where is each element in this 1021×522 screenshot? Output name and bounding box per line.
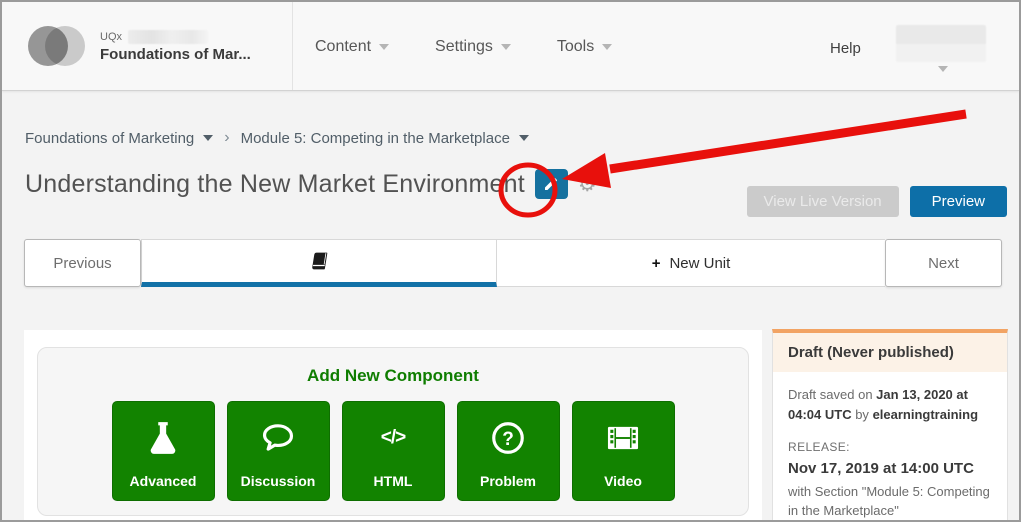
chevron-down-icon <box>203 135 214 141</box>
unit-tabbar: Previous + New Unit Next <box>24 239 1002 287</box>
redacted-user-menu[interactable] <box>896 25 986 62</box>
breadcrumb-separator: › <box>224 129 230 146</box>
add-video-button[interactable]: Video <box>571 401 675 501</box>
speech-bubble-icon <box>259 402 297 473</box>
chevron-down-icon <box>379 43 390 50</box>
main-nav: Content Settings Tools <box>315 2 613 91</box>
org-code: UQx <box>100 30 122 43</box>
breadcrumb-course-dropdown[interactable]: Foundations of Marketing <box>25 130 214 147</box>
org-logo-icon <box>28 25 86 67</box>
release-datetime: Nov 17, 2019 at 14:00 UTC <box>788 460 974 477</box>
svg-text:?: ? <box>502 428 514 449</box>
gear-icon[interactable]: ⚙ <box>578 174 597 195</box>
component-buttons-row: Advanced Discussion </> HTML ? Problem V… <box>38 401 748 501</box>
redacted-course-number <box>128 29 208 44</box>
user-menu-chevron-down-icon[interactable] <box>938 66 948 72</box>
draft-status-badge: Draft (Never published) <box>773 333 1007 372</box>
title-row: Understanding the New Market Environment… <box>25 169 597 199</box>
preview-button[interactable]: Preview <box>909 186 1007 217</box>
add-discussion-button[interactable]: Discussion <box>226 401 330 501</box>
course-info: UQx Foundations of Mar... <box>100 29 251 63</box>
app-header: UQx Foundations of Mar... Content Settin… <box>2 2 1019 91</box>
page-title: Understanding the New Market Environment <box>25 169 525 198</box>
release-block: RELEASE: Nov 17, 2019 at 14:00 UTC with … <box>788 438 992 520</box>
add-problem-button[interactable]: ? Problem <box>456 401 560 501</box>
book-icon <box>312 252 328 270</box>
nav-tools[interactable]: Tools <box>557 38 613 56</box>
unit-content-area: Add New Component Advanced Discussion </… <box>24 330 762 520</box>
pencil-icon <box>545 177 558 190</box>
code-icon: </> <box>380 426 407 448</box>
draft-saved-line: Draft saved on Jan 13, 2020 at 04:04 UTC… <box>788 387 979 422</box>
help-link[interactable]: Help <box>830 40 861 57</box>
view-live-version-button[interactable]: View Live Version <box>746 186 899 217</box>
add-component-title: Add New Component <box>307 366 479 385</box>
add-component-panel: Add New Component Advanced Discussion </… <box>37 347 749 516</box>
add-html-button[interactable]: </> HTML <box>341 401 445 501</box>
question-circle-icon: ? <box>489 402 527 473</box>
tab-current-unit[interactable] <box>141 239 497 287</box>
new-unit-button[interactable]: + New Unit <box>497 239 885 287</box>
next-button[interactable]: Next <box>885 239 1002 287</box>
draft-status-details: Draft saved on Jan 13, 2020 at 04:04 UTC… <box>773 372 1007 520</box>
nav-content[interactable]: Content <box>315 38 390 56</box>
breadcrumb-section-dropdown[interactable]: Module 5: Competing in the Marketplace <box>241 130 529 147</box>
studio-app-window: UQx Foundations of Mar... Content Settin… <box>0 0 1021 522</box>
film-icon <box>604 402 642 473</box>
chevron-down-icon <box>602 43 613 50</box>
course-name: Foundations of Mar... <box>100 45 251 63</box>
publish-status-sidebar: Draft (Never published) Draft saved on J… <box>772 329 1008 520</box>
nav-settings[interactable]: Settings <box>435 38 511 56</box>
add-advanced-button[interactable]: Advanced <box>111 401 215 501</box>
edit-title-button[interactable] <box>534 169 568 199</box>
breadcrumb: Foundations of Marketing › Module 5: Com… <box>25 129 529 147</box>
page-actions: View Live Version Preview <box>746 186 1007 217</box>
draft-saved-by-user: elearningtraining <box>872 406 979 422</box>
plus-icon: + <box>651 254 661 272</box>
release-label: RELEASE: <box>788 440 850 454</box>
course-identity-block[interactable]: UQx Foundations of Mar... <box>2 2 293 90</box>
release-section-note: with Section "Module 5: Competing in the… <box>788 483 990 519</box>
annotation-arrow <box>609 109 967 174</box>
previous-button[interactable]: Previous <box>24 239 141 287</box>
chevron-down-icon <box>518 135 529 141</box>
flask-icon <box>144 402 182 473</box>
chevron-down-icon <box>500 43 511 50</box>
